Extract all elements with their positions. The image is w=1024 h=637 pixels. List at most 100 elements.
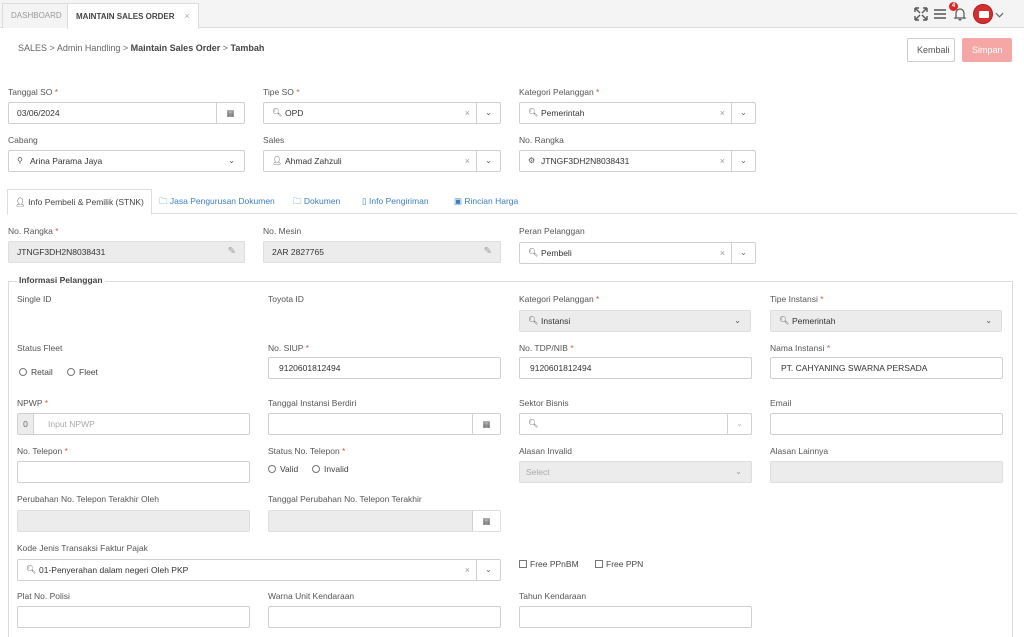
kode-faktur-value: 01-Penyerahan dalam negeri Oleh PKP [39,565,189,575]
tab-info-pengiriman[interactable]: ▯ Info Pengiriman [362,189,429,214]
calendar-icon[interactable]: ▦ [472,414,500,434]
pencil-icon[interactable]: ✎ [484,242,492,262]
search-icon: 🔍︎ [528,248,539,257]
tipe-so-select[interactable]: 🔍︎ OPD × ⌄ [263,102,501,124]
notification-badge: 4 [949,2,958,11]
chevron-down-icon[interactable]: ⌄ [731,103,755,123]
sales-value: Ahmad Zahzuli [285,156,342,166]
nama-instansi-input[interactable]: PT. CAHYANING SWARNA PERSADA [770,357,1003,379]
kategori-pelanggan-value: Pemerintah [541,108,585,118]
tanggal-so-input[interactable]: 03/06/2024 ▦ [8,102,245,124]
plat-input[interactable] [17,606,250,628]
breadcrumb-maintain-sales-order[interactable]: Maintain Sales Order [131,43,221,53]
close-tab-icon[interactable]: × [185,11,190,21]
email-input[interactable] [770,413,1003,435]
tab-dokumen[interactable]: 🗀︎ Dokumen [293,189,340,214]
chevron-down-icon[interactable] [995,8,1004,22]
chevron-down-icon[interactable]: ⌄ [228,151,235,171]
npwp-label: NPWP * [17,398,49,408]
radio-valid[interactable]: Valid [268,464,298,474]
tab-rincian-harga[interactable]: ▣ Rincian Harga [454,189,518,214]
breadcrumb: SALES > Admin Handling > Maintain Sales … [18,43,264,53]
toyota-id-label: Toyota ID [268,294,304,304]
chevron-down-icon[interactable]: ⌄ [476,103,500,123]
free-ppnbm-checkbox[interactable]: Free PPnBM [519,559,579,569]
sales-select[interactable]: 👤︎ Ahmad Zahzuli × ⌄ [263,150,501,172]
cabang-select[interactable]: ⚲ Arina Parama Jaya ⌄ [8,150,245,172]
kode-faktur-select[interactable]: 🔍︎ 01-Penyerahan dalam negeri Oleh PKP ×… [17,559,501,581]
npwp-prefix: 0 [18,414,34,434]
no-rangka-header-select[interactable]: ⚙ JTNGF3DH2N8038431 × ⌄ [519,150,756,172]
tanggal-berdiri-input[interactable]: ▦ [268,413,501,435]
tipe-instansi-label: Tipe Instansi * [770,294,824,304]
pencil-icon[interactable]: ✎ [228,242,236,262]
sektor-bisnis-select[interactable]: 🔍︎ ⌄ [519,413,752,435]
no-telepon-input[interactable] [17,461,250,483]
search-icon: 🔍︎ [528,419,539,428]
tipe-so-label: Tipe SO * [263,87,300,97]
alasan-invalid-placeholder: Select [526,467,550,477]
chevron-down-icon: ⌄ [735,467,742,476]
tipe-instansi-select: 🔍︎ Pemerintah ⌄ [770,310,1002,332]
sitemap-icon: ⚲ [17,156,23,165]
perubahan-oleh-input [17,510,250,532]
chevron-down-icon[interactable]: ⌄ [476,151,500,171]
clear-icon[interactable]: × [720,243,725,263]
chevron-down-icon[interactable]: ⌄ [476,560,500,580]
tanggal-so-value: 03/06/2024 [17,108,60,118]
chevron-down-icon[interactable]: ⌄ [727,414,751,434]
kategori-pelanggan-select[interactable]: 🔍︎ Pemerintah × ⌄ [519,102,756,124]
breadcrumb-separator: > [49,43,55,53]
search-icon: 🔍︎ [779,316,790,325]
menu-icon[interactable] [933,7,947,21]
cogs-icon: ⚙ [528,156,536,165]
clear-icon[interactable]: × [720,151,725,171]
user-avatar[interactable] [973,4,993,24]
radio-retail[interactable]: Retail [19,367,53,377]
tahun-input[interactable] [519,606,752,628]
clear-icon[interactable]: × [465,103,470,123]
no-siup-value: 9120601812494 [279,363,341,373]
tab-maintain-sales-order[interactable]: MAINTAIN SALES ORDER × [67,3,199,29]
tanggal-perubahan-input: ▦ [268,510,501,532]
alasan-invalid-label: Alasan Invalid [519,446,572,456]
radio-invalid[interactable]: Invalid [312,464,349,474]
single-id-label: Single ID [17,294,52,304]
chevron-down-icon: ⌄ [734,316,741,325]
no-rangka-label: No. Rangka * [8,226,59,236]
sales-label: Sales [263,135,285,145]
save-button[interactable]: Simpan [962,38,1012,62]
no-mesin-field: 2AR 2827765 ✎ [263,241,501,263]
breadcrumb-admin-handling[interactable]: Admin Handling [57,43,121,53]
breadcrumb-tambah: Tambah [230,43,265,53]
back-button[interactable]: Kembali [907,38,955,62]
chevron-down-icon[interactable]: ⌄ [731,243,755,263]
radio-fleet[interactable]: Fleet [67,367,98,377]
chevron-down-icon[interactable]: ⌄ [731,151,755,171]
calendar-icon[interactable]: ▦ [472,511,500,531]
breadcrumb-separator: > [222,43,228,53]
fullscreen-icon[interactable] [914,7,928,21]
tanggal-berdiri-label: Tanggal Instansi Berdiri [268,398,357,408]
warna-input[interactable] [268,606,501,628]
clear-icon[interactable]: × [465,560,470,580]
clear-icon[interactable]: × [720,103,725,123]
tab-info-pembeli[interactable]: 👤︎ Info Pembeli & Pemilik (STNK) [7,189,152,215]
no-tdp-input[interactable]: 9120601812494 [519,357,752,379]
tahun-label: Tahun Kendaraan [519,591,587,601]
status-fleet-label: Status Fleet [17,343,63,353]
kategori-info-select: 🔍︎ Instansi ⌄ [519,310,751,332]
search-icon: 🔍︎ [528,108,539,117]
tab-jasa-pengurusan[interactable]: 🗀︎ Jasa Pengurusan Dokumen [159,189,275,214]
free-ppn-checkbox[interactable]: Free PPN [595,559,643,569]
breadcrumb-sales[interactable]: SALES [18,43,47,53]
peran-pelanggan-select[interactable]: 🔍︎ Pembeli × ⌄ [519,242,756,264]
npwp-placeholder: Input NPWP [48,419,95,429]
warna-label: Warna Unit Kendaraan [268,591,355,601]
clear-icon[interactable]: × [465,151,470,171]
npwp-input[interactable]: 0 Input NPWP [17,413,250,435]
no-siup-input[interactable]: 9120601812494 [268,357,501,379]
informasi-pelanggan-legend: Informasi Pelanggan [17,275,105,285]
tab-dashboard[interactable]: DASHBOARD [2,3,71,28]
calendar-icon[interactable]: ▦ [216,103,244,123]
